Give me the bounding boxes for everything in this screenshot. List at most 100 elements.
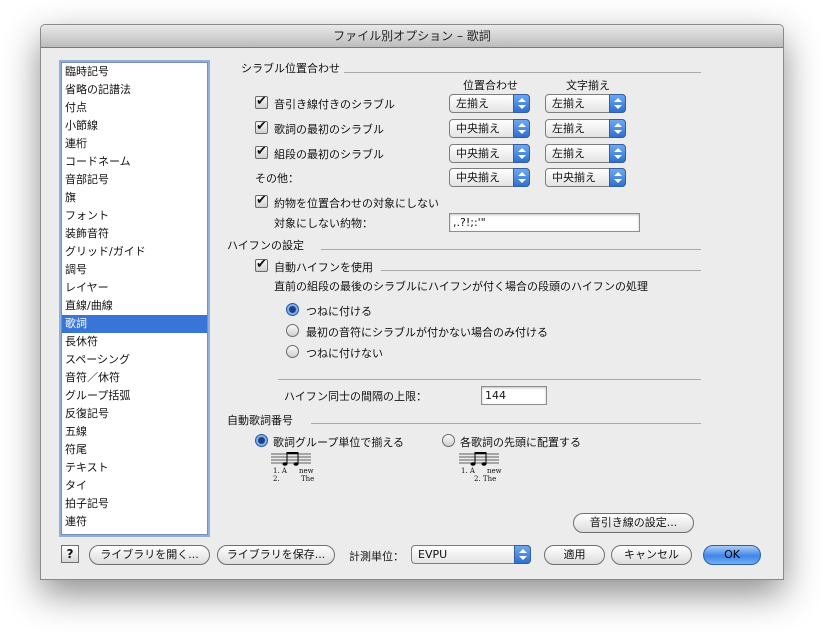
popup-arrows-icon: [609, 119, 626, 138]
open-library-button[interactable]: ライブラリを開く...: [89, 545, 210, 565]
extender-char-value: 左揃え: [552, 97, 585, 110]
popup-arrows-icon: [609, 168, 626, 187]
other-label: その他：: [255, 172, 299, 185]
first-system-syllable-checkbox[interactable]: [255, 144, 268, 159]
punctuation-input[interactable]: ,.?!;:'": [449, 213, 640, 232]
hyphen-group-header: ハイフンの設定: [227, 239, 304, 252]
hyphen-first-note-label: 最初の音符にシラブルが付かない場合のみ付ける: [306, 326, 548, 339]
category-item[interactable]: テキスト: [62, 459, 207, 477]
other-position-select[interactable]: 中央揃え: [449, 168, 530, 187]
category-item[interactable]: コードネーム: [62, 153, 207, 171]
category-item[interactable]: 装飾音符: [62, 225, 207, 243]
popup-arrows-icon: [513, 144, 530, 163]
verse-each-lyric-label: 各歌詞の先頭に配置する: [460, 436, 581, 449]
popup-arrows-icon: [609, 144, 626, 163]
syllable-group-rule: [344, 72, 701, 73]
first-lyric-char-select[interactable]: 左揃え: [545, 119, 626, 138]
hyphen-never-label: つねに付けない: [306, 347, 383, 360]
ignore-punctuation-label: 約物を位置合わせの対象にしない: [274, 197, 439, 210]
first-system-char-select[interactable]: 左揃え: [545, 144, 626, 163]
sample-a-line2: 2.: [273, 475, 280, 483]
category-item[interactable]: フォント: [62, 207, 207, 225]
category-item[interactable]: タイ: [62, 477, 207, 495]
category-item[interactable]: 音部記号: [62, 171, 207, 189]
category-item[interactable]: 歌詞: [62, 315, 207, 333]
category-item[interactable]: 付点: [62, 99, 207, 117]
cancel-button[interactable]: キャンセル: [611, 545, 692, 565]
sample-b-word1: new: [487, 467, 502, 475]
sample-b-line1: 1. A: [461, 467, 475, 475]
staff-notes-icon: [459, 452, 499, 466]
extender-syllable-checkbox[interactable]: [255, 94, 268, 109]
category-item[interactable]: グループ括弧: [62, 387, 207, 405]
first-lyric-syllable-checkbox[interactable]: [255, 119, 268, 134]
verse-sample-group-image: 1. A new 2. The: [271, 452, 361, 488]
category-item[interactable]: 連桁: [62, 135, 207, 153]
category-item[interactable]: 小節線: [62, 117, 207, 135]
popup-arrows-icon: [513, 168, 530, 187]
options-dialog: ファイル別オプション – 歌詞 臨時記号 省略の記譜法 付点 小節線 連桁 コードネーム音…: [40, 24, 784, 580]
save-library-button[interactable]: ライブラリを保存...: [217, 545, 335, 565]
first-system-position-value: 中央揃え: [456, 147, 500, 160]
sample-b-line2: 2. The: [474, 475, 497, 483]
hyphen-always-radio[interactable]: [286, 303, 299, 316]
category-item[interactable]: 拍子記号: [62, 495, 207, 513]
category-item[interactable]: グリッド/ガイド: [62, 243, 207, 261]
category-item[interactable]: 省略の記譜法: [62, 81, 207, 99]
first-lyric-position-select[interactable]: 中央揃え: [449, 119, 530, 138]
popup-arrows-icon: [513, 119, 530, 138]
other-position-value: 中央揃え: [456, 171, 500, 184]
verse-align-group-label: 歌詞グループ単位で揃える: [273, 436, 405, 449]
verse-each-lyric-radio[interactable]: [442, 434, 455, 447]
verse-align-group-radio[interactable]: [255, 434, 268, 447]
auto-hyphen-checkbox[interactable]: [255, 257, 268, 272]
help-button[interactable]: ?: [61, 545, 79, 563]
extender-position-value: 左揃え: [456, 97, 489, 110]
first-lyric-char-value: 左揃え: [552, 122, 585, 135]
category-item[interactable]: 旗: [62, 189, 207, 207]
first-system-char-value: 左揃え: [552, 147, 585, 160]
extender-syllable-label: 音引き線付きのシラブル: [274, 98, 395, 111]
unit-label: 計測単位：: [349, 550, 404, 563]
col-header-position: 位置合わせ: [463, 79, 518, 92]
ignore-punctuation-checkbox[interactable]: [255, 193, 268, 208]
popup-arrows-icon: [513, 94, 530, 113]
hyphen-separator: [278, 379, 701, 380]
syllable-group-header: シラブル位置合わせ: [241, 62, 340, 75]
sample-a-word1: new: [299, 467, 314, 475]
extender-settings-button[interactable]: 音引き線の設定...: [573, 513, 694, 533]
unit-select[interactable]: EVPU: [411, 545, 531, 564]
category-item[interactable]: 調号: [62, 261, 207, 279]
verse-numbers-rule: [311, 423, 701, 424]
apply-button[interactable]: 適用: [544, 545, 605, 565]
other-char-select[interactable]: 中央揃え: [545, 168, 626, 187]
auto-hyphen-rule: [381, 270, 701, 271]
hyphen-never-radio[interactable]: [286, 345, 299, 358]
category-item[interactable]: 符尾: [62, 441, 207, 459]
col-header-char: 文字揃え: [566, 79, 610, 92]
hyphen-always-label: つねに付ける: [306, 305, 372, 318]
category-item[interactable]: 連符: [62, 513, 207, 531]
unit-value: EVPU: [418, 548, 448, 561]
category-item[interactable]: 五線: [62, 423, 207, 441]
category-item[interactable]: 直線/曲線: [62, 297, 207, 315]
category-item[interactable]: レイヤー: [62, 279, 207, 297]
sample-a-word2: The: [301, 475, 315, 483]
max-gap-input[interactable]: 144: [481, 386, 547, 405]
verse-sample-each-image: 1. A new 2. The: [459, 452, 549, 488]
first-system-position-select[interactable]: 中央揃え: [449, 144, 530, 163]
ok-button[interactable]: OK: [703, 545, 761, 565]
category-item[interactable]: 反復記号: [62, 405, 207, 423]
first-lyric-syllable-label: 歌詞の最初のシラブル: [274, 123, 384, 136]
punctuation-field-label: 対象にしない約物：: [274, 217, 373, 230]
category-list[interactable]: 臨時記号 省略の記譜法 付点 小節線 連桁 コードネーム 音部記号旗フォント 装飾音符 グリッド…: [61, 62, 208, 535]
extender-char-select[interactable]: 左揃え: [545, 94, 626, 113]
category-item[interactable]: 音符／休符: [62, 369, 207, 387]
category-item[interactable]: スペーシング: [62, 351, 207, 369]
hyphen-first-note-radio[interactable]: [286, 324, 299, 337]
category-item[interactable]: 臨時記号: [62, 63, 207, 81]
other-char-value: 中央揃え: [552, 171, 596, 184]
hyphen-group-rule: [321, 249, 701, 250]
extender-position-select[interactable]: 左揃え: [449, 94, 530, 113]
category-item[interactable]: 長休符: [62, 333, 207, 351]
